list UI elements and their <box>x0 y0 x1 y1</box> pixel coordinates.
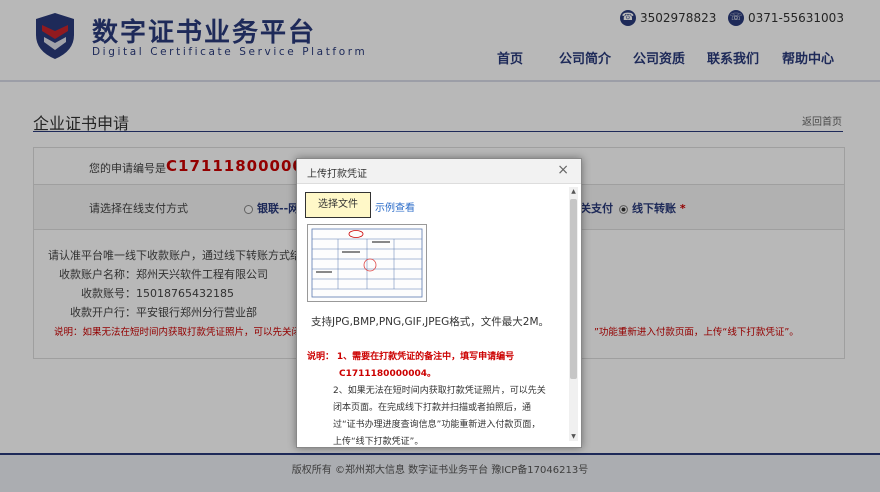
note-1: 说明： 1、需要在打款凭证的备注中，填写申请编号 <box>307 352 515 362</box>
upload-notes: 说明： 1、需要在打款凭证的备注中，填写申请编号 C1711180000004。… <box>307 349 562 446</box>
modal-body: 选择文件 示例查看 支持JPG,BMP,PNG,GIF,JPEG格式，文件最大2… <box>297 184 567 446</box>
voucher-sample-image <box>307 224 427 302</box>
modal-scrollbar[interactable]: ▲ ▼ <box>569 187 578 441</box>
upload-voucher-modal: 上传打款凭证 × 选择文件 示例查看 支持JPG,BMP,PNG,GIF,JPE… <box>296 158 582 448</box>
note-2-line-3: 过“证书办理进度查询信息”功能重新进入付款页面， <box>333 420 541 430</box>
close-icon[interactable]: × <box>557 162 569 178</box>
scroll-down-icon[interactable]: ▼ <box>569 432 578 441</box>
scroll-up-icon[interactable]: ▲ <box>569 187 578 196</box>
example-view-link[interactable]: 示例查看 <box>375 199 415 214</box>
scroll-thumb[interactable] <box>570 199 577 379</box>
choose-file-button[interactable]: 选择文件 <box>305 192 371 218</box>
format-support-text: 支持JPG,BMP,PNG,GIF,JPEG格式，文件最大2M。 <box>311 316 550 328</box>
modal-header: 上传打款凭证 × <box>297 159 581 184</box>
note-2-line-4: 上传“线下打款凭证”。 <box>333 437 424 446</box>
note-2-line-2: 闭本页面。在完成线下打款并扫描或者拍照后，通 <box>333 403 532 413</box>
modal-title: 上传打款凭证 <box>307 169 367 180</box>
note-1-number: C1711180000004。 <box>339 369 437 379</box>
note-2-line-1: 2、如果无法在短时间内获取打款凭证照片，可以先关 <box>333 386 546 396</box>
